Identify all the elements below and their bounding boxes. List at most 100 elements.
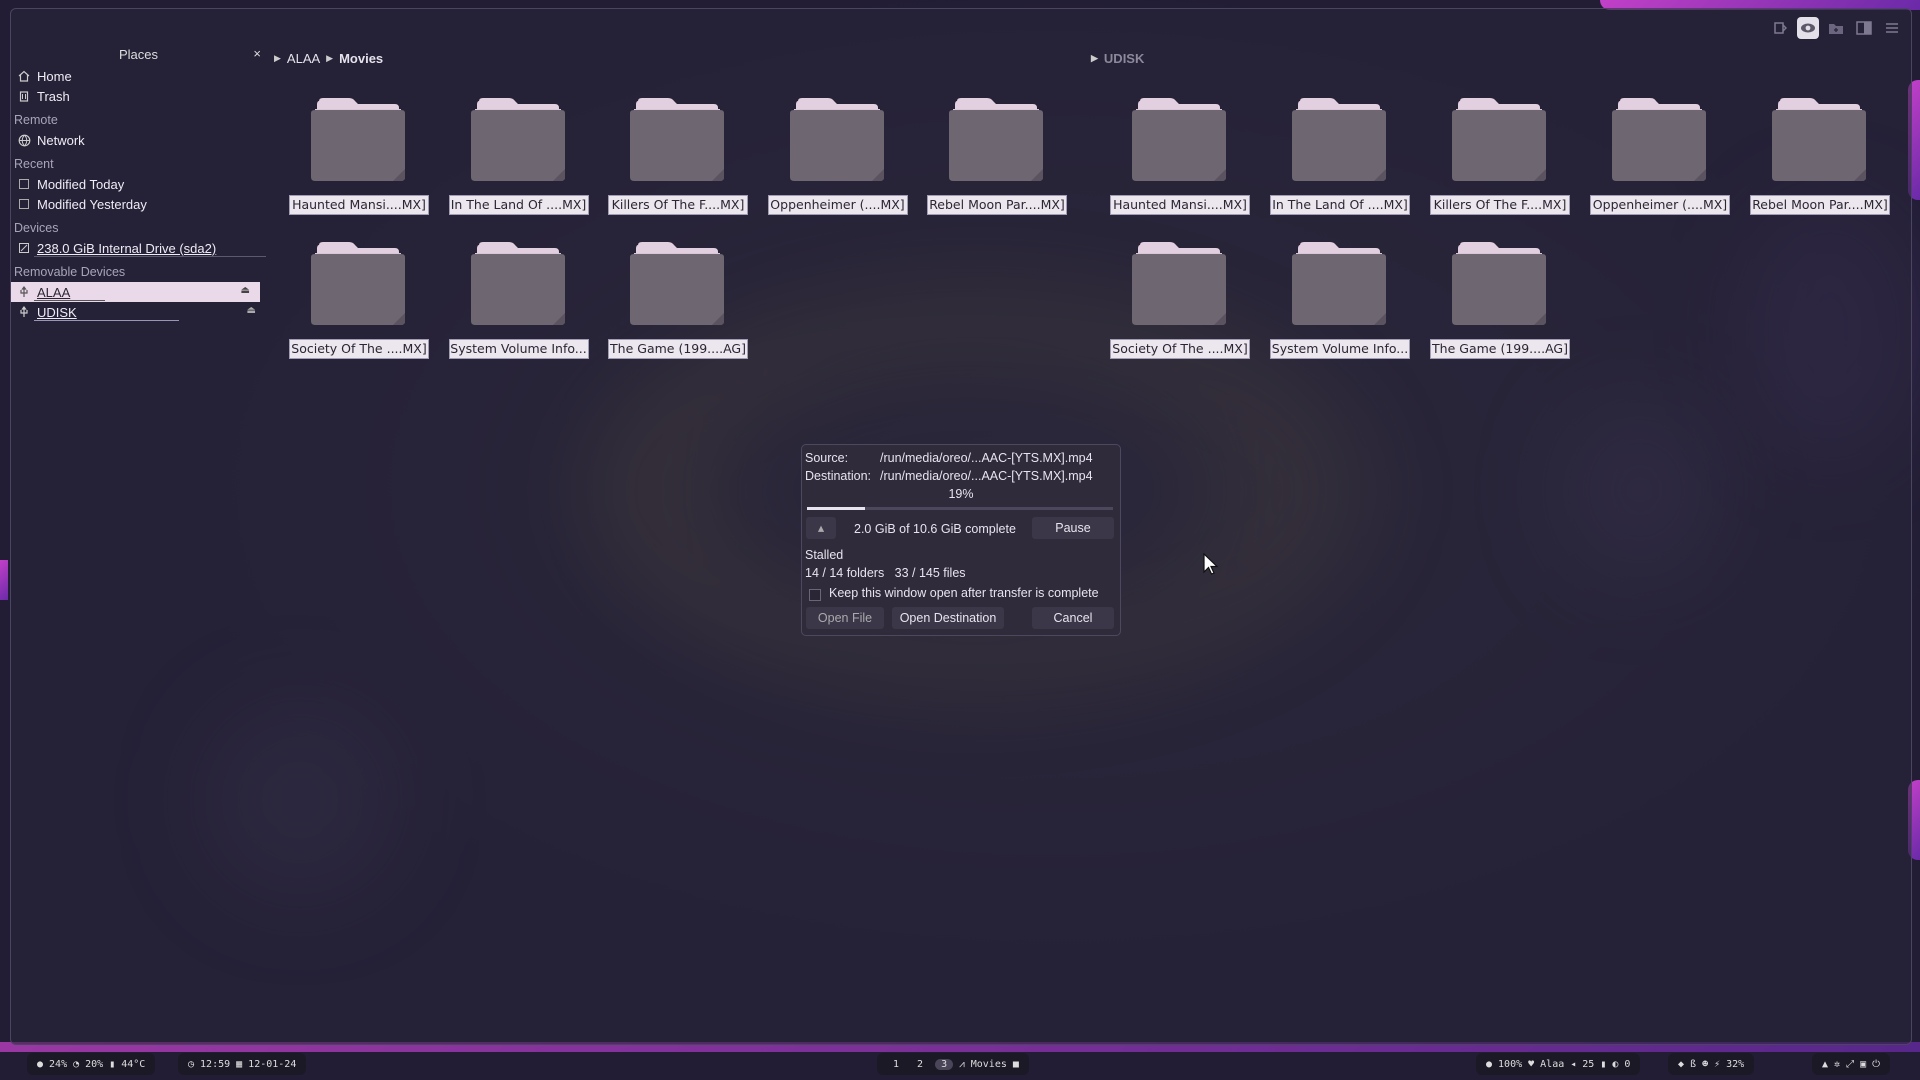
- active-window-title[interactable]: Movies: [971, 1059, 1007, 1070]
- eject-icon[interactable]: ⏏: [241, 285, 250, 296]
- expand-icon[interactable]: ⤢: [1846, 1059, 1854, 1070]
- microphone-icon: ▮: [1600, 1058, 1607, 1070]
- bluetooth-icon[interactable]: ß: [1690, 1059, 1696, 1070]
- close-sidebar-icon[interactable]: ×: [253, 46, 261, 61]
- destination-row: Destination: /run/media/oreo/...AAC-[YTS…: [805, 469, 1093, 483]
- breadcrumb-item[interactable]: ALAA: [287, 51, 320, 66]
- sidebar-item-label: UDISK: [37, 304, 77, 320]
- folder-item[interactable]: In The Land Of ....MX]: [1270, 97, 1410, 217]
- eye-icon[interactable]: [1797, 17, 1819, 39]
- keep-open-label: Keep this window open after transfer is …: [829, 586, 1099, 600]
- folder-name: System Volume Info...: [448, 339, 589, 359]
- sidebar-toggle-icon[interactable]: [1853, 17, 1875, 39]
- folder-icon: [789, 98, 884, 181]
- screenshot-icon[interactable]: ▣: [1860, 1059, 1866, 1070]
- folder-icon: [1292, 242, 1386, 325]
- folder-item[interactable]: The Game (199....AG]: [608, 241, 748, 361]
- folder-item[interactable]: Killers Of The F....MX]: [608, 97, 748, 217]
- folder-name: System Volume Info...: [1270, 339, 1410, 359]
- split-view-icon[interactable]: [1769, 17, 1791, 39]
- cancel-button[interactable]: Cancel: [1032, 607, 1114, 629]
- volume-icon: ◂: [1570, 1058, 1577, 1070]
- source-label: Source:: [805, 451, 849, 465]
- open-destination-button[interactable]: Open Destination: [892, 607, 1004, 629]
- open-file-button[interactable]: Open File: [806, 607, 884, 629]
- workspaces-panel: 1 2 3 ⩘ Movies ■: [877, 1053, 1029, 1075]
- folder-item[interactable]: Killers Of The F....MX]: [1430, 97, 1570, 217]
- usb-icon: [17, 305, 31, 319]
- time[interactable]: 12:59: [200, 1059, 230, 1070]
- workspace-2[interactable]: 2: [911, 1059, 929, 1070]
- folder-icon: [1772, 98, 1866, 181]
- sidebar-item-alaa[interactable]: ALAA ⏏: [11, 282, 260, 302]
- file-icon: [17, 197, 31, 211]
- date[interactable]: 12-01-24: [248, 1059, 296, 1070]
- sidebar-item-label: Trash: [37, 88, 70, 104]
- folder-item[interactable]: Society Of The ....MX]: [1110, 241, 1250, 361]
- folder-icon: [1612, 98, 1706, 181]
- workspace-1[interactable]: 1: [887, 1059, 905, 1070]
- folder-item[interactable]: In The Land Of ....MX]: [448, 97, 589, 217]
- folder-icon: [470, 98, 565, 181]
- folder-item[interactable]: Oppenheimer (....MX]: [767, 97, 908, 217]
- status-panel: ● 100% ♥ Alaa ◂ 25 ▮ ◐ 0: [1476, 1053, 1641, 1075]
- window-title-icon: ⩘: [959, 1058, 965, 1070]
- folder-name: In The Land Of ....MX]: [448, 195, 589, 215]
- folder-icon: [949, 98, 1043, 181]
- sidebar-item-network[interactable]: Network: [11, 130, 266, 150]
- eject-icon[interactable]: ⏏: [247, 305, 256, 316]
- folder-item[interactable]: Society Of The ....MX]: [289, 241, 429, 361]
- folder-item[interactable]: Rebel Moon Par....MX]: [1750, 97, 1890, 217]
- folder-item[interactable]: Rebel Moon Par....MX]: [927, 97, 1067, 217]
- folder-icon: [630, 242, 724, 325]
- sidebar-item-internal-drive[interactable]: 238.0 GiB Internal Drive (sda2): [11, 238, 266, 258]
- folder-item[interactable]: The Game (199....AG]: [1430, 241, 1570, 361]
- left-pane-breadcrumb: ▶ ALAA ▶ Movies: [274, 51, 383, 66]
- tray-panel: ◆ ß ☻ ⚡ 32%: [1668, 1053, 1755, 1075]
- sidebar-item-trash[interactable]: Trash: [11, 86, 266, 106]
- hamburger-menu-icon[interactable]: [1881, 17, 1903, 39]
- power-icon[interactable]: ⏻: [1872, 1059, 1880, 1070]
- files-count: 33 / 145 files: [894, 566, 966, 580]
- temperature: 44°C: [121, 1058, 146, 1070]
- lock-icon[interactable]: ▲: [1822, 1059, 1828, 1070]
- breadcrumb-item-current[interactable]: Movies: [339, 51, 383, 66]
- breadcrumb-item[interactable]: UDISK: [1104, 51, 1144, 66]
- sidebar-item-label: Modified Today: [37, 176, 125, 192]
- sidebar-item-modified-today[interactable]: Modified Today: [11, 174, 266, 194]
- brightness[interactable]: 100%: [1498, 1059, 1522, 1070]
- folder-item[interactable]: System Volume Info...: [448, 241, 589, 361]
- username[interactable]: Alaa: [1540, 1059, 1564, 1070]
- sidebar-header-removable: Removable Devices: [14, 265, 126, 279]
- folder-item[interactable]: Oppenheimer (....MX]: [1590, 97, 1730, 217]
- workspace-3[interactable]: 3: [935, 1058, 954, 1070]
- folder-item[interactable]: System Volume Info...: [1270, 241, 1410, 361]
- drive-usage-bar: [34, 320, 180, 321]
- folder-name: Haunted Mansi....MX]: [1110, 195, 1250, 215]
- sidebar-item-modified-yesterday[interactable]: Modified Yesterday: [11, 194, 266, 214]
- collapse-details-button[interactable]: ▴: [806, 517, 836, 539]
- destination-path: /run/media/oreo/...AAC-[YTS.MX].mp4: [880, 469, 1093, 483]
- volume[interactable]: 25: [1582, 1059, 1594, 1070]
- wifi-icon[interactable]: ◆: [1678, 1059, 1684, 1070]
- settings-icon[interactable]: ✲: [1834, 1059, 1840, 1070]
- folder-icon: ■: [1012, 1058, 1019, 1070]
- folder-name: In The Land Of ....MX]: [1270, 195, 1410, 215]
- pause-button[interactable]: Pause: [1032, 517, 1114, 539]
- keep-open-checkbox[interactable]: [809, 589, 821, 601]
- folder-item[interactable]: Haunted Mansi....MX]: [1110, 97, 1250, 217]
- folder-name: Rebel Moon Par....MX]: [927, 195, 1067, 215]
- new-folder-icon[interactable]: [1825, 17, 1847, 39]
- sidebar-item-udisk[interactable]: UDISK ⏏: [11, 302, 266, 322]
- folder-name: Oppenheimer (....MX]: [767, 195, 908, 215]
- drive-usage-bar: [34, 256, 266, 257]
- folders-count: 14 / 14 folders: [805, 566, 885, 580]
- battery[interactable]: 32%: [1726, 1059, 1744, 1070]
- counts-row: 14 / 14 folders 33 / 145 files: [805, 566, 966, 580]
- sidebar-item-home[interactable]: Home: [11, 66, 266, 86]
- temperature-icon: ▮: [109, 1058, 116, 1070]
- memory-icon: ◔: [73, 1058, 80, 1070]
- folder-item[interactable]: Haunted Mansi....MX]: [289, 97, 429, 217]
- mic-level[interactable]: 0: [1624, 1059, 1630, 1070]
- discord-icon[interactable]: ☻: [1702, 1059, 1708, 1070]
